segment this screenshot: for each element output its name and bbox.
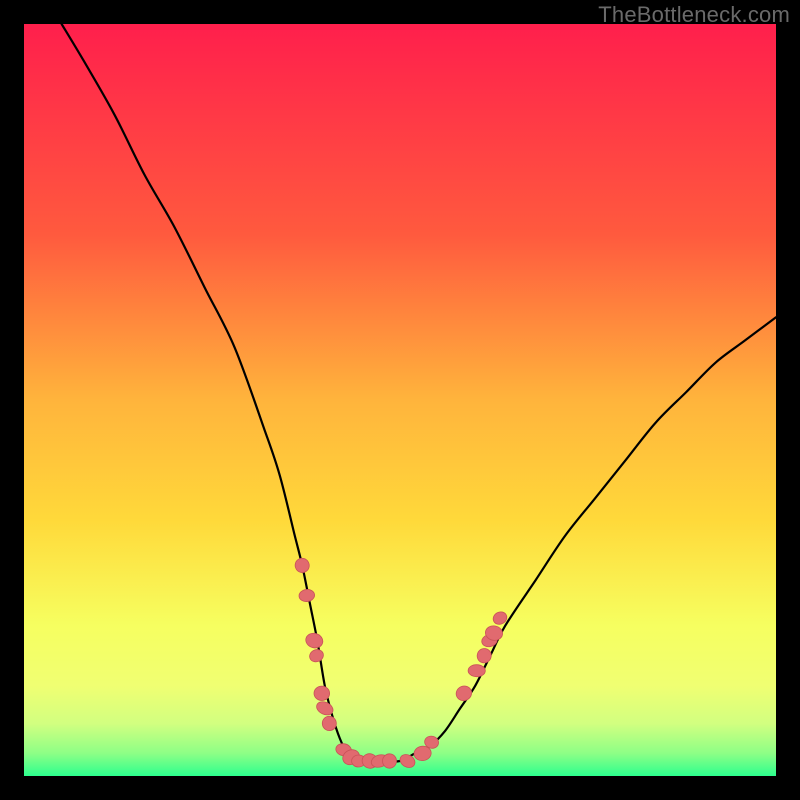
chart-svg bbox=[24, 24, 776, 776]
watermark-text: TheBottleneck.com bbox=[598, 2, 790, 28]
chart-plot bbox=[24, 24, 776, 776]
curve-marker bbox=[314, 686, 330, 701]
curve-marker bbox=[468, 665, 485, 677]
chart-background bbox=[24, 24, 776, 776]
stage: TheBottleneck.com bbox=[0, 0, 800, 800]
